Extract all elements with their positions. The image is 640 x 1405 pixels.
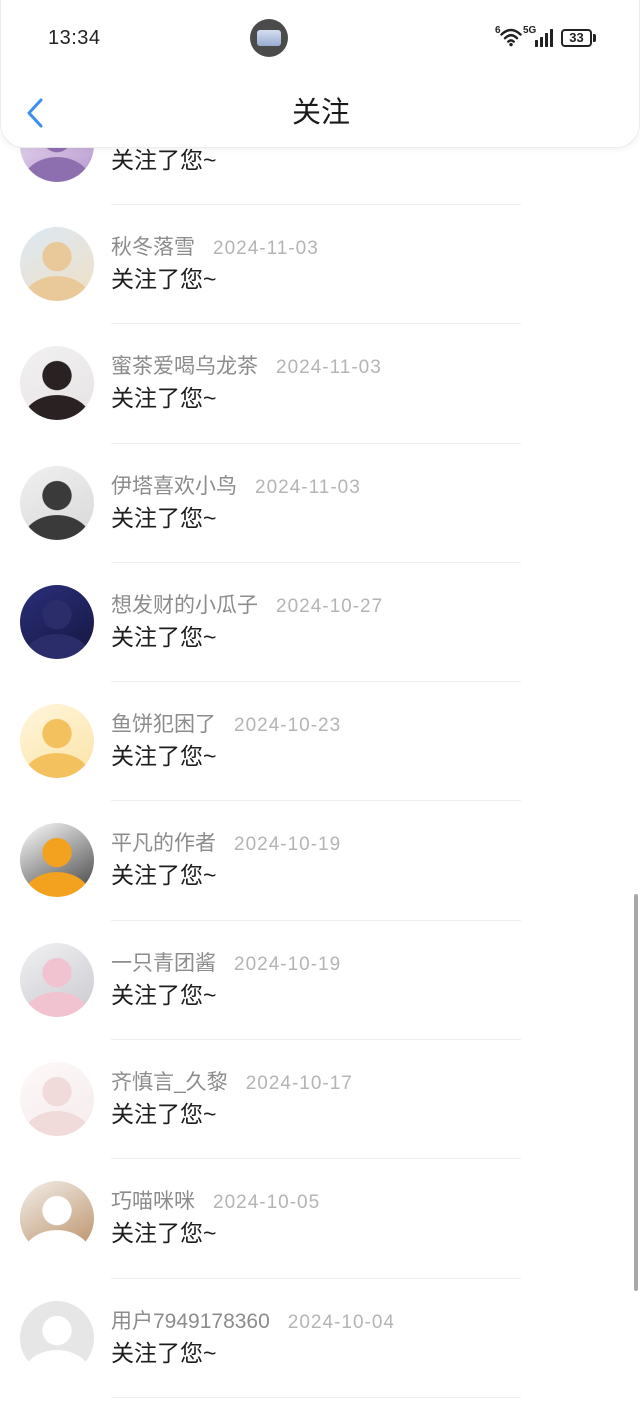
notification-message: 关注了您~ (111, 385, 217, 412)
app-thumbnail (257, 30, 281, 46)
avatar[interactable] (20, 1062, 94, 1137)
battery-icon: 33 (561, 29, 592, 47)
notification-message: 关注了您~ (111, 1101, 217, 1128)
notification-message: 关注了您~ (111, 981, 217, 1008)
user-name: 秋冬落雪 (111, 235, 195, 259)
follow-date: 2024-10-23 (234, 715, 342, 737)
notification-message: 关注了您~ (111, 743, 217, 770)
follow-date: 2024-10-05 (213, 1192, 321, 1214)
user-name: 想发财的小瓜子 (111, 593, 258, 617)
follow-date: 2024-10-17 (245, 1073, 353, 1095)
wifi-icon (500, 28, 522, 47)
follow-date: 2024-10-27 (276, 595, 384, 617)
signal-icon (535, 29, 553, 47)
user-name: 平凡的作者 (111, 832, 216, 856)
avatar[interactable] (20, 942, 94, 1017)
user-name: 鱼饼犯困了 (111, 713, 216, 737)
notification-message: 关注了您~ (111, 623, 217, 650)
follow-notification-row[interactable]: 蜜茶爱喝乌龙茶 2024-11-03 关注了您~ (0, 324, 640, 444)
scrollbar-thumb[interactable] (634, 893, 638, 1292)
name-date-line: 想发财的小瓜子 2024-10-27 (111, 594, 383, 618)
follow-date: 2024-11-03 (213, 237, 319, 259)
follow-date: 2024-10-04 (287, 1311, 395, 1333)
avatar[interactable] (20, 823, 94, 898)
follow-notification-row[interactable]: 巧喵咪咪 2024-10-05 关注了您~ (0, 1159, 640, 1279)
follow-notification-row[interactable]: 平凡的作者 2024-10-19 关注了您~ (0, 801, 640, 921)
avatar[interactable] (20, 1300, 94, 1375)
follow-notification-row[interactable]: 一只青团酱 2024-10-19 关注了您~ (0, 921, 640, 1041)
follow-notification-row[interactable]: 用户7949178360 2024-10-04 关注了您~ (0, 1279, 640, 1398)
notification-message: 关注了您~ (111, 1339, 217, 1366)
follow-date: 2024-11-03 (255, 476, 361, 498)
name-date-line: 鱼饼犯困了 2024-10-23 (111, 713, 341, 737)
name-date-line: 齐慎言_久黎 2024-10-17 (111, 1071, 353, 1095)
notification-message: 关注了您~ (111, 504, 217, 531)
status-time: 13:34 (48, 27, 101, 49)
follow-notification-row[interactable]: 齐慎言_久黎 2024-10-17 关注了您~ (0, 1040, 640, 1160)
follow-notification-row[interactable]: 秋冬落雪 2024-11-03 关注了您~ (0, 205, 640, 325)
follow-list: 关注了您~ 秋冬落雪 2024-11-03 关注了您~ 蜜茶爱喝乌龙茶 2024-11-0… (0, 86, 640, 1399)
notification-message: 关注了您~ (111, 265, 217, 292)
avatar[interactable] (20, 226, 94, 301)
user-name: 用户7949178360 (111, 1309, 270, 1333)
user-name: 巧喵咪咪 (111, 1190, 195, 1214)
top-bar: 13:34 6 5G 33 关注 (0, 0, 640, 148)
follow-notification-row[interactable]: 想发财的小瓜子 2024-10-27 关注了您~ (0, 563, 640, 683)
page-title: 关注 (291, 97, 350, 129)
battery-nub (593, 34, 596, 42)
battery-level: 33 (569, 30, 584, 45)
follow-date: 2024-10-19 (234, 834, 342, 856)
name-date-line: 秋冬落雪 2024-11-03 (111, 236, 319, 260)
follow-date: 2024-10-19 (234, 953, 342, 975)
avatar[interactable] (20, 1181, 94, 1256)
name-date-line: 巧喵咪咪 2024-10-05 (111, 1190, 320, 1214)
name-date-line: 用户7949178360 2024-10-04 (111, 1310, 395, 1334)
name-date-line: 平凡的作者 2024-10-19 (111, 832, 341, 856)
avatar[interactable] (20, 465, 94, 540)
user-name: 伊塔喜欢小鸟 (111, 474, 237, 498)
floating-app-icon[interactable] (250, 19, 288, 57)
avatar[interactable] (20, 584, 94, 659)
user-name: 一只青团酱 (111, 951, 216, 975)
follow-notification-row[interactable]: 鱼饼犯困了 2024-10-23 关注了您~ (0, 682, 640, 802)
follow-date: 2024-11-03 (276, 357, 382, 379)
follow-notification-row[interactable]: 伊塔喜欢小鸟 2024-11-03 关注了您~ (0, 444, 640, 563)
notification-message: 关注了您~ (111, 1220, 217, 1247)
user-name: 蜜茶爱喝乌龙茶 (111, 355, 258, 379)
user-name: 齐慎言_久黎 (111, 1071, 228, 1095)
notification-message: 关注了您~ (111, 862, 217, 889)
notification-message: 关注了您~ (111, 146, 217, 173)
name-date-line: 伊塔喜欢小鸟 2024-11-03 (111, 475, 361, 499)
row-divider (111, 1396, 521, 1398)
name-date-line: 一只青团酱 2024-10-19 (111, 952, 341, 976)
avatar[interactable] (20, 704, 94, 779)
name-date-line: 蜜茶爱喝乌龙茶 2024-11-03 (111, 355, 382, 379)
avatar[interactable] (20, 346, 94, 421)
